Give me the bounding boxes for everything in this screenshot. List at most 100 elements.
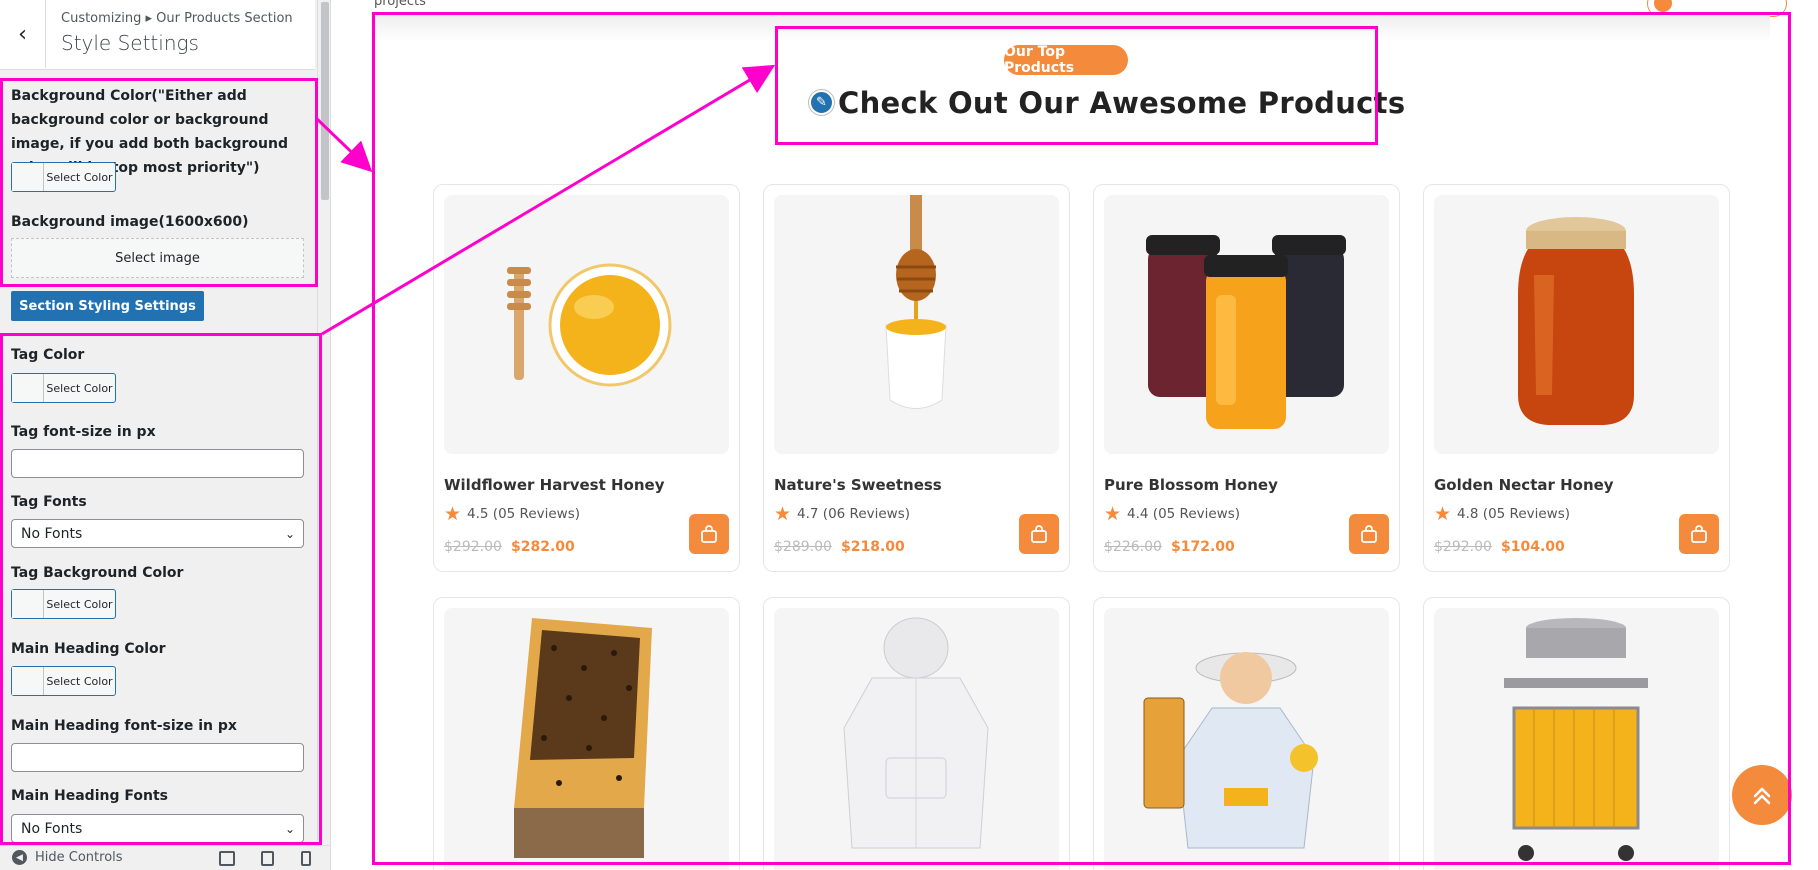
rating-text: 4.5 (05 Reviews) [467, 506, 581, 522]
select-color-label: Select Color [46, 597, 113, 611]
color-swatch [12, 590, 44, 618]
customizer-sidebar: ‹ Customizing ▸ Our Products Section Sty… [0, 0, 331, 870]
sidebar-footer: ◀ Hide Controls [0, 845, 330, 870]
mobile-preview-icon[interactable] [301, 851, 311, 866]
tag-font-size-label: Tag font-size in px [11, 424, 156, 440]
tag-fonts-select[interactable]: No Fonts ⌄ [11, 519, 304, 548]
star-icon: ★ [1104, 503, 1122, 525]
product-image-three-jars[interactable] [1104, 195, 1389, 454]
shopping-bag-icon [1361, 525, 1377, 543]
edit-pencil-icon[interactable]: ✎ [809, 90, 834, 115]
tag-color-picker[interactable]: Select Color [11, 373, 116, 403]
tablet-preview-icon[interactable] [261, 851, 274, 866]
section-top-shadow [374, 12, 1770, 42]
product-rating: ★ 4.5 (05 Reviews) [444, 503, 581, 525]
tag-fonts-label: Tag Fonts [11, 494, 87, 510]
product-image-honey-bowl[interactable] [444, 195, 729, 454]
product-image-honey-extractor[interactable] [1434, 608, 1719, 870]
product-image-beekeeper[interactable] [1104, 608, 1389, 870]
hide-controls-label: Hide Controls [35, 850, 123, 865]
product-name[interactable]: Nature's Sweetness [774, 476, 942, 494]
product-name[interactable]: Golden Nectar Honey [1434, 476, 1614, 494]
color-swatch [12, 163, 44, 191]
chevron-down-icon: ⌄ [284, 821, 295, 836]
old-price: $226.00 [1104, 539, 1162, 555]
product-rating: ★ 4.8 (05 Reviews) [1434, 503, 1571, 525]
product-card[interactable] [433, 597, 740, 870]
section-styling-settings-button[interactable]: Section Styling Settings [11, 291, 204, 321]
header-button-icon [1654, 0, 1672, 12]
tag-fonts-value: No Fonts [21, 525, 83, 542]
collapse-icon: ◀ [12, 850, 27, 865]
hide-controls-button[interactable]: ◀ Hide Controls [12, 850, 123, 865]
select-color-label: Select Color [46, 170, 113, 184]
product-image-honey-jar[interactable] [1434, 195, 1719, 454]
add-to-cart-button[interactable] [689, 514, 729, 554]
star-icon: ★ [1434, 503, 1452, 525]
old-price: $292.00 [1434, 539, 1492, 555]
top-link-text[interactable]: projects [374, 0, 426, 9]
product-rating: ★ 4.4 (05 Reviews) [1104, 503, 1241, 525]
chevron-down-icon: ⌄ [284, 526, 295, 541]
main-heading-fonts-label: Main Heading Fonts [11, 788, 168, 804]
section-heading: Check Out Our Awesome Products [838, 86, 1406, 120]
tag-font-size-input[interactable] [11, 449, 304, 478]
product-card[interactable] [1093, 597, 1400, 870]
product-name[interactable]: Pure Blossom Honey [1104, 476, 1278, 494]
tag-background-color-picker[interactable]: Select Color [11, 589, 116, 619]
panel-title: Style Settings [61, 31, 199, 55]
tag-background-color-label: Tag Background Color [11, 565, 184, 581]
product-card[interactable]: Golden Nectar Honey ★ 4.8 (05 Reviews) $2… [1423, 184, 1730, 572]
breadcrumb: Customizing ▸ Our Products Section [61, 11, 293, 26]
add-to-cart-button[interactable] [1349, 514, 1389, 554]
product-card[interactable] [763, 597, 1070, 870]
main-heading-font-size-input[interactable] [11, 743, 304, 772]
double-chevron-up-icon [1753, 787, 1771, 805]
scroll-to-top-button[interactable] [1732, 765, 1792, 825]
background-color-picker[interactable]: Select Color [11, 162, 116, 192]
new-price: $104.00 [1501, 539, 1565, 555]
old-price: $289.00 [774, 539, 832, 555]
shopping-bag-icon [1031, 525, 1047, 543]
back-button[interactable]: ‹ [0, 0, 46, 68]
sidebar-header: ‹ Customizing ▸ Our Products Section Sty… [0, 0, 315, 70]
main-heading-fonts-value: No Fonts [21, 820, 83, 837]
shopping-bag-icon [701, 525, 717, 543]
select-color-label: Select Color [46, 674, 113, 688]
add-to-cart-button[interactable] [1679, 514, 1719, 554]
new-price: $218.00 [841, 539, 905, 555]
sidebar-scrollbar[interactable] [317, 0, 330, 840]
star-icon: ★ [444, 503, 462, 525]
chevron-left-icon: ‹ [18, 21, 27, 47]
old-price: $292.00 [444, 539, 502, 555]
new-price: $172.00 [1171, 539, 1235, 555]
product-image-bee-frame[interactable] [444, 608, 729, 870]
product-card[interactable] [1423, 597, 1730, 870]
desktop-preview-icon[interactable] [219, 851, 235, 866]
main-heading-fonts-select[interactable]: No Fonts ⌄ [11, 814, 304, 843]
color-swatch [12, 667, 44, 695]
product-name[interactable]: Wildflower Harvest Honey [444, 476, 664, 494]
rating-text: 4.7 (06 Reviews) [797, 506, 911, 522]
product-card[interactable]: Nature's Sweetness ★ 4.7 (06 Reviews) $28… [763, 184, 1070, 572]
product-image-bee-jacket[interactable] [774, 608, 1059, 870]
main-heading-color-picker[interactable]: Select Color [11, 666, 116, 696]
scrollbar-thumb[interactable] [321, 2, 329, 200]
add-to-cart-button[interactable] [1019, 514, 1059, 554]
product-card[interactable]: Wildflower Harvest Honey ★ 4.5 (05 Review… [433, 184, 740, 572]
select-color-label: Select Color [46, 381, 113, 395]
product-image-honey-dipper[interactable] [774, 195, 1059, 454]
site-preview: projects Our Top Products ✎ Check Out Ou… [331, 0, 1818, 870]
shopping-bag-icon [1691, 525, 1707, 543]
tag-color-label: Tag Color [11, 347, 85, 363]
section-tag: Our Top Products [1004, 44, 1128, 76]
main-heading-font-size-label: Main Heading font-size in px [11, 718, 237, 734]
background-image-label: Background image(1600x600) [11, 214, 249, 230]
product-card[interactable]: Pure Blossom Honey ★ 4.4 (05 Reviews) $22… [1093, 184, 1400, 572]
main-heading-color-label: Main Heading Color [11, 641, 166, 657]
star-icon: ★ [774, 503, 792, 525]
rating-text: 4.8 (05 Reviews) [1457, 506, 1571, 522]
select-image-button[interactable]: Select image [11, 238, 304, 278]
product-rating: ★ 4.7 (06 Reviews) [774, 503, 911, 525]
rating-text: 4.4 (05 Reviews) [1127, 506, 1241, 522]
